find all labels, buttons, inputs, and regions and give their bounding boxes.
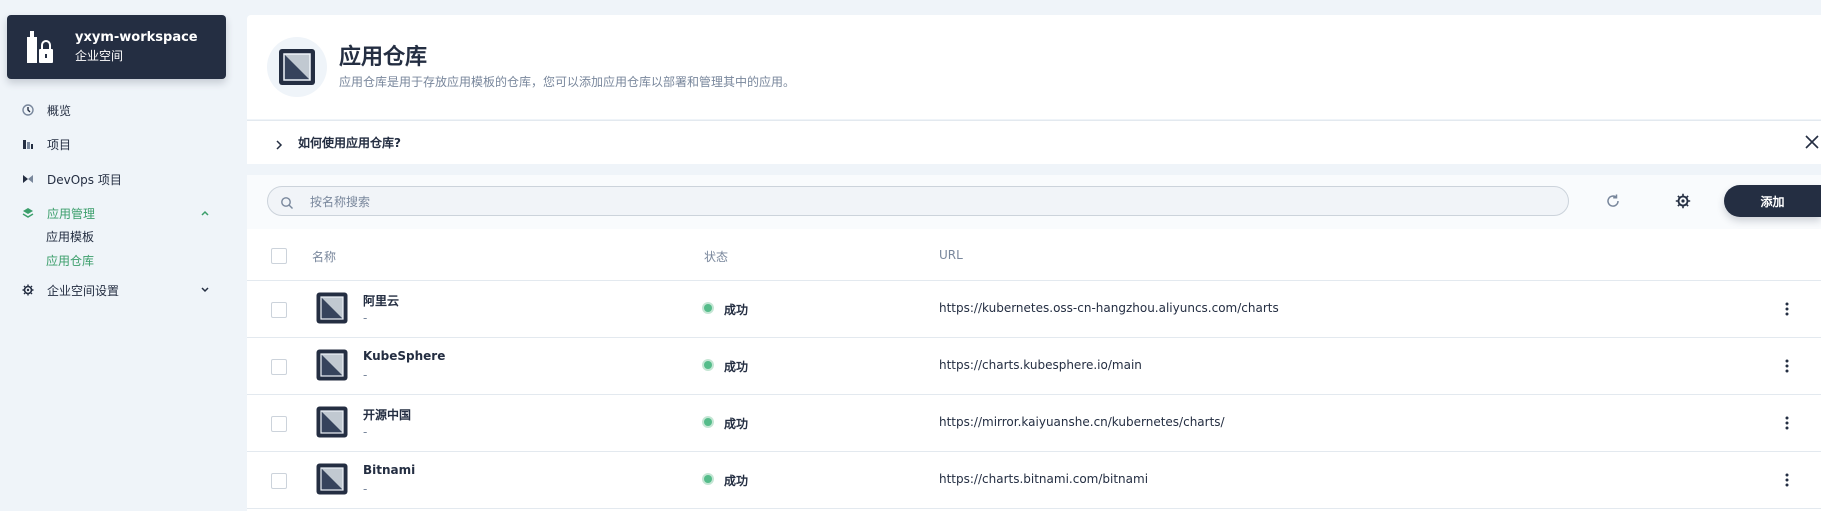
search-icon xyxy=(280,195,294,214)
repo-description: - xyxy=(363,311,368,325)
status-text: 成功 xyxy=(724,417,749,431)
repo-table-card: 添加 名称 状态 URL 阿里云 - 成功 https://kubernetes… xyxy=(247,175,1821,511)
sidebar-item-label: 企业空间设置 xyxy=(47,283,120,298)
gear-icon[interactable] xyxy=(1675,193,1691,213)
gear-icon xyxy=(21,283,35,297)
layers-icon xyxy=(21,206,35,220)
sidebar-item-label: 概览 xyxy=(47,103,72,118)
column-header-url: URL xyxy=(939,248,963,262)
chevron-down-icon[interactable] xyxy=(199,284,211,296)
repo-url: https://charts.bitnami.com/bitnami xyxy=(939,472,1149,486)
table-row[interactable]: 开源中国 - 成功 https://mirror.kaiyuanshe.cn/k… xyxy=(247,395,1821,452)
sidebar-subitem-app-templates[interactable]: 应用模板 xyxy=(46,228,94,245)
repo-url: https://kubernetes.oss-cn-hangzhou.aliyu… xyxy=(939,301,1279,315)
more-vertical-icon[interactable] xyxy=(1777,413,1797,433)
add-button[interactable]: 添加 xyxy=(1724,185,1821,217)
sidebar-item-app-management[interactable]: 应用管理 xyxy=(21,203,211,223)
app-repo-icon xyxy=(267,37,327,97)
repo-url: https://charts.kubesphere.io/main xyxy=(939,358,1142,372)
workspace-card[interactable]: yxym-workspace 企业空间 xyxy=(7,15,226,79)
status-success-dot xyxy=(704,304,712,312)
column-header-name[interactable]: 名称 xyxy=(312,248,336,265)
search-input[interactable] xyxy=(308,192,1512,212)
more-vertical-icon[interactable] xyxy=(1777,470,1797,490)
sidebar-item-label: 应用管理 xyxy=(47,206,96,221)
sidebar-item-label: 项目 xyxy=(47,137,72,152)
repo-name[interactable]: 阿里云 xyxy=(363,292,399,309)
chevron-right-icon[interactable] xyxy=(273,136,285,155)
chevron-up-icon[interactable] xyxy=(199,207,211,219)
table-row[interactable]: KubeSphere - 成功 https://charts.kubespher… xyxy=(247,338,1821,395)
refresh-icon[interactable] xyxy=(1605,193,1621,213)
status-text: 成功 xyxy=(724,360,749,374)
howto-label[interactable]: 如何使用应用仓库? xyxy=(298,134,401,151)
repo-description: - xyxy=(363,482,368,496)
sidebar-item-projects[interactable]: 项目 xyxy=(21,134,71,154)
repo-name[interactable]: 开源中国 xyxy=(363,406,411,423)
repo-icon xyxy=(316,292,348,324)
row-checkbox[interactable] xyxy=(271,302,287,318)
status-success-dot xyxy=(704,361,712,369)
page-banner: 应用仓库 应用仓库是用于存放应用模板的仓库，您可以添加应用仓库以部署和管理其中的… xyxy=(247,15,1821,119)
row-checkbox[interactable] xyxy=(271,359,287,375)
repo-url: https://mirror.kaiyuanshe.cn/kubernetes/… xyxy=(939,415,1225,429)
repo-description: - xyxy=(363,368,368,382)
table-toolbar: 添加 xyxy=(247,175,1821,229)
workspace-name: yxym-workspace xyxy=(75,30,198,45)
repo-description: - xyxy=(363,425,368,439)
table-header: 名称 状态 URL xyxy=(247,229,1821,281)
row-checkbox[interactable] xyxy=(271,473,287,489)
repo-name[interactable]: KubeSphere xyxy=(363,349,445,363)
dashboard-icon xyxy=(21,103,35,117)
repo-name[interactable]: Bitnami xyxy=(363,463,415,477)
sidebar-item-devops[interactable]: DevOps 项目 xyxy=(21,169,122,189)
status-success-dot xyxy=(704,475,712,483)
workspace-logo-icon xyxy=(23,27,59,67)
sidebar-item-overview[interactable]: 概览 xyxy=(21,100,71,120)
page-title: 应用仓库 xyxy=(339,45,428,70)
project-icon xyxy=(21,137,35,151)
close-icon[interactable] xyxy=(1803,133,1821,151)
sidebar-item-workspace-settings[interactable]: 企业空间设置 xyxy=(21,280,211,300)
sidebar-item-label: DevOps 项目 xyxy=(47,172,122,187)
workspace-type: 企业空间 xyxy=(75,49,124,63)
table-row[interactable]: Bitnami - 成功 https://charts.bitnami.com/… xyxy=(247,452,1821,509)
sidebar-subitem-app-repos[interactable]: 应用仓库 xyxy=(46,252,94,269)
repo-icon xyxy=(316,349,348,381)
more-vertical-icon[interactable] xyxy=(1777,299,1797,319)
status-text: 成功 xyxy=(724,474,749,488)
status-success-dot xyxy=(704,418,712,426)
status-text: 成功 xyxy=(724,303,749,317)
more-vertical-icon[interactable] xyxy=(1777,356,1797,376)
table-row[interactable]: 阿里云 - 成功 https://kubernetes.oss-cn-hangz… xyxy=(247,281,1821,338)
row-checkbox[interactable] xyxy=(271,416,287,432)
repo-icon xyxy=(316,406,348,438)
select-all-checkbox[interactable] xyxy=(271,248,287,264)
repo-icon xyxy=(316,463,348,495)
search-box[interactable] xyxy=(267,186,1569,216)
column-header-status: 状态 xyxy=(704,250,729,264)
howto-panel[interactable]: 如何使用应用仓库? xyxy=(247,120,1821,164)
devops-icon xyxy=(21,172,35,186)
page-description: 应用仓库是用于存放应用模板的仓库，您可以添加应用仓库以部署和管理其中的应用。 xyxy=(339,75,796,89)
